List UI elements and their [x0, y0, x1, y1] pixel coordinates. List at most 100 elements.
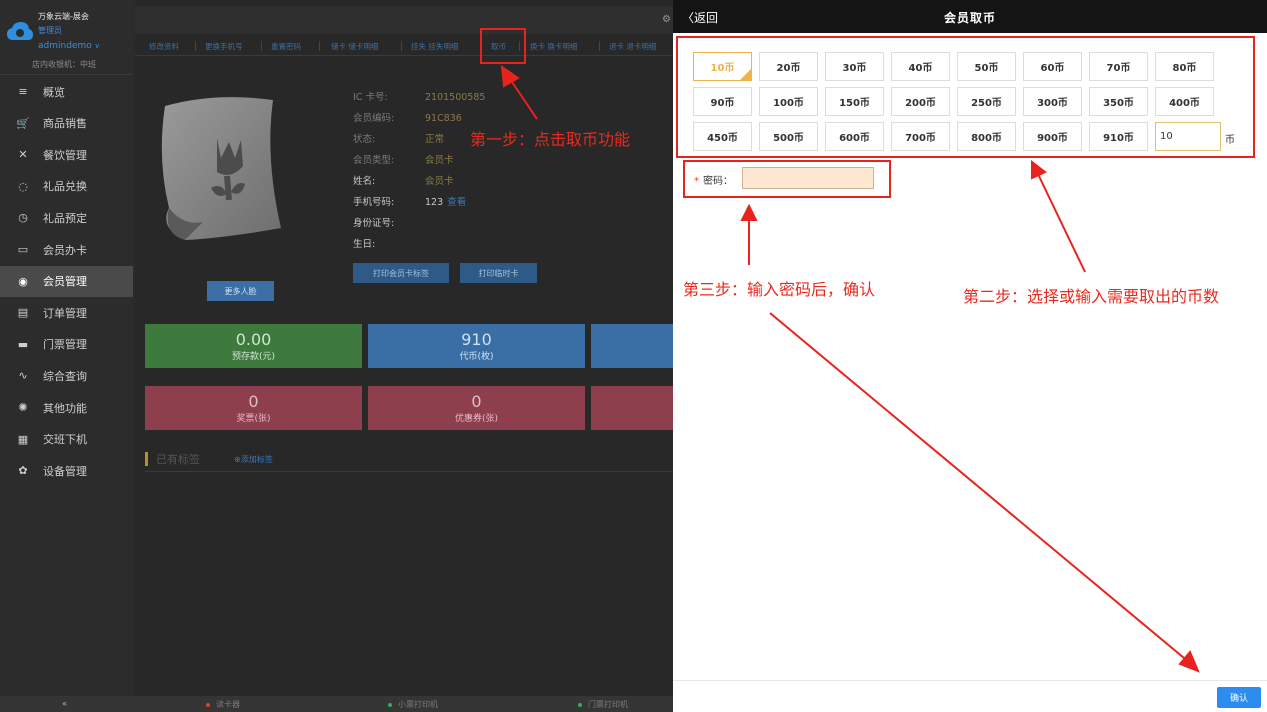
- member-action-tabs: 修改资料 更换手机号 重置密码 储卡 储卡明细 挂失 挂失明细 取币 换卡 换卡…: [135, 36, 673, 56]
- sidebar: 万象云端-展会 管理员 admindemo ∨ 店内收银机：中班 ≡ 概览 🛒 商品销…: [0, 0, 133, 696]
- top-strip: ⚙: [135, 6, 673, 34]
- sidebar-item[interactable]: ▤ 订单管理: [0, 297, 133, 328]
- plus-circle-icon: ⊕: [234, 454, 241, 464]
- brand-user[interactable]: admindemo ∨: [38, 41, 100, 51]
- tab-reset-password[interactable]: 重置密码: [271, 41, 301, 52]
- brand-title: 万象云端-展会: [38, 12, 89, 21]
- gift-icon: ◌: [18, 179, 28, 193]
- gear-icon: ✿: [18, 464, 28, 478]
- status-dot-icon: [578, 702, 582, 707]
- tab-save-coins[interactable]: 储卡 储卡明细: [331, 41, 378, 52]
- info-status: 状态: 正常: [353, 134, 445, 145]
- print-temp-card-button[interactable]: 打印临时卡: [460, 263, 537, 283]
- info-birthday: 生日:: [353, 239, 376, 250]
- tab-edit-profile[interactable]: 修改资料: [149, 41, 179, 52]
- annotation-step-1: 第一步：点击取币功能: [470, 130, 631, 149]
- sidebar-item[interactable]: ◌ 礼品兑换: [0, 171, 133, 202]
- brand-cashier: 店内收银机：中班: [32, 60, 96, 69]
- card-icon: ▭: [17, 243, 29, 256]
- annotation-box-withdraw-tab: [480, 28, 526, 64]
- section-accent-bar: [145, 452, 148, 466]
- tab-refund-card[interactable]: 退卡 退卡明细: [609, 41, 656, 52]
- sidebar-item[interactable]: ≡ 概览: [0, 76, 133, 107]
- card-reader-status: 读卡器: [206, 699, 240, 710]
- stat-tokens: 910 代币(枚): [368, 324, 585, 368]
- brand-header: 万象云端-展会 管理员 admindemo ∨ 店内收银机：中班: [0, 0, 133, 75]
- annotation-box-coin-options: [676, 36, 1255, 158]
- tab-divider: [599, 41, 600, 51]
- sidebar-item[interactable]: ▦ 交班下机: [0, 424, 133, 455]
- tab-change-phone[interactable]: 更换手机号: [205, 41, 243, 52]
- sidebar-item-label: 礼品兑换: [43, 180, 87, 194]
- member-photo-placeholder-icon: [161, 97, 281, 240]
- sidebar-item[interactable]: ▬ 门票管理: [0, 329, 133, 360]
- brand-role: 管理员: [38, 26, 62, 35]
- more-faces-button[interactable]: 更多人脸: [207, 281, 274, 301]
- print-card-label-button[interactable]: 打印会员卡标签: [353, 263, 449, 283]
- chevron-down-icon: ∨: [94, 42, 100, 50]
- sidebar-item[interactable]: 🛒 商品销售: [0, 108, 133, 139]
- cart-icon: 🛒: [16, 116, 30, 130]
- tab-divider: [319, 41, 320, 51]
- tab-report-loss[interactable]: 挂失 挂失明细: [411, 41, 458, 52]
- info-member-type: 会员类型: 会员卡: [353, 155, 454, 166]
- clipboard-icon: ▤: [17, 306, 29, 320]
- view-phone-link[interactable]: 查看: [447, 197, 466, 208]
- tab-divider: [261, 41, 262, 51]
- sidebar-item[interactable]: ✿ 设备管理: [0, 455, 133, 486]
- sidebar-item-label: 交班下机: [43, 433, 87, 447]
- printer-icon: ▬: [17, 337, 29, 351]
- brand-user-name: admindemo: [38, 41, 92, 51]
- stat-coupons: 0 优惠券(张): [368, 386, 585, 430]
- sidebar-item-label: 礼品预定: [43, 211, 87, 225]
- ticket-printer-status: 门票打印机: [578, 699, 628, 710]
- member-detail: ⚙ 修改资料 更换手机号 重置密码 储卡 储卡明细 挂失 挂失明细 取币 换卡 …: [135, 0, 673, 696]
- aperture-icon: ✺: [18, 401, 28, 414]
- annotation-step-3: 第三步：输入密码后，确认: [683, 280, 876, 299]
- confirm-button[interactable]: 确认: [1217, 687, 1261, 708]
- sidebar-item-label: 其他功能: [43, 401, 87, 415]
- utensils-icon: ✕: [18, 148, 28, 162]
- sidebar-item[interactable]: ▭ 会员办卡: [0, 234, 133, 265]
- member-icon: ◉: [18, 274, 28, 288]
- footer-divider: [673, 680, 1267, 681]
- collapse-sidebar-button[interactable]: «: [62, 699, 67, 708]
- tab-divider: [401, 41, 402, 51]
- menu-lines-icon: ≡: [18, 85, 28, 98]
- status-dot-icon: [206, 702, 210, 707]
- pulse-icon: ∿: [18, 369, 28, 383]
- sidebar-item[interactable]: ◉ 会员管理: [0, 265, 133, 297]
- tab-divider: [195, 41, 196, 51]
- sidebar-item[interactable]: ✕ 餐饮管理: [0, 139, 133, 170]
- sidebar-item-label: 设备管理: [43, 464, 87, 478]
- settings-icon[interactable]: ⚙: [662, 14, 671, 25]
- tags-section: 已有标签 ⊕添加标签: [145, 451, 273, 467]
- sidebar-item-label: 餐饮管理: [43, 148, 87, 162]
- panel-header: 〈返回 会员取币: [673, 0, 1267, 33]
- info-member-code: 会员编码: 91C836: [353, 113, 462, 124]
- receipt-printer-status: 小票打印机: [388, 699, 438, 710]
- calculator-icon: ▦: [17, 432, 29, 446]
- divider: [145, 471, 673, 472]
- sidebar-item-label: 订单管理: [43, 306, 87, 320]
- screen: 万象云端-展会 管理员 admindemo ∨ 店内收银机：中班 ≡ 概览 🛒 商品销…: [0, 0, 1267, 712]
- add-tag-button[interactable]: ⊕添加标签: [234, 454, 273, 465]
- info-name: 姓名: 会员卡: [353, 176, 454, 187]
- sidebar-item-label: 商品销售: [43, 117, 87, 131]
- info-id-number: 身份证号:: [353, 218, 395, 229]
- sidebar-item[interactable]: ✺ 其他功能: [0, 392, 133, 423]
- sidebar-item[interactable]: ∿ 综合查询: [0, 360, 133, 391]
- sidebar-item-label: 会员管理: [43, 275, 87, 289]
- info-ic-card: IC 卡号: 2101500585: [353, 92, 486, 103]
- stat-hidden-2: [591, 386, 673, 430]
- annotation-box-password: [683, 160, 891, 198]
- stat-tickets: 0 奖票(张): [145, 386, 362, 430]
- tab-change-card[interactable]: 换卡 换卡明细: [530, 41, 577, 52]
- status-dot-icon: [388, 702, 392, 707]
- alarm-clock-icon: ◷: [18, 211, 28, 225]
- stat-deposit: 0.00 预存款(元): [145, 324, 362, 368]
- sidebar-item[interactable]: ◷ 礼品预定: [0, 202, 133, 233]
- panel-title: 会员取币: [943, 11, 996, 25]
- sidebar-item-label: 门票管理: [43, 338, 87, 352]
- status-bar: « 读卡器 小票打印机 门票打印机: [0, 696, 673, 712]
